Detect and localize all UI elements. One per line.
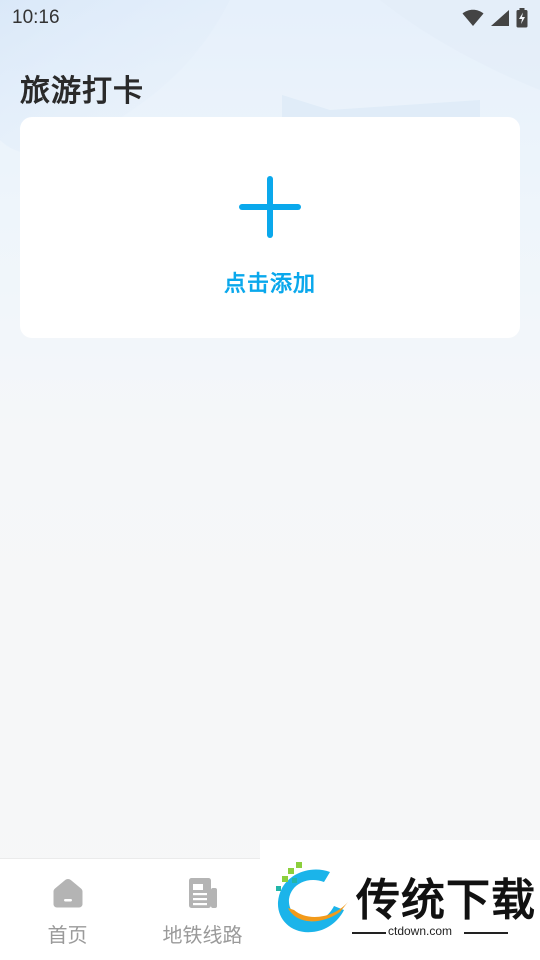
watermark-logo	[276, 862, 348, 933]
tab-home-label: 首页	[47, 923, 88, 947]
tab-metro-lines[interactable]: 地铁线路	[135, 859, 270, 960]
watermark-rule-left	[352, 932, 386, 934]
battery-charging-icon	[516, 8, 528, 28]
status-bar: 10:16	[0, 0, 540, 36]
watermark-url: ctdown.com	[388, 924, 453, 938]
page-title: 旅游打卡	[20, 74, 144, 109]
home-icon	[53, 879, 82, 908]
tab-metro-lines-label: 地铁线路	[162, 923, 243, 947]
document-list-icon	[188, 878, 217, 908]
wifi-icon	[462, 9, 484, 26]
watermark: 传统下载 ctdown.com	[260, 840, 540, 960]
plus-icon	[239, 176, 301, 238]
status-icons	[462, 8, 528, 28]
tab-home[interactable]: 首页	[0, 859, 135, 960]
watermark-brand: 传统下载	[356, 875, 536, 926]
add-card-button[interactable]: 点击添加	[20, 117, 520, 338]
watermark-rule-right	[464, 932, 508, 934]
status-time: 10:16	[12, 7, 60, 28]
add-label: 点击添加	[223, 272, 316, 297]
cellular-signal-icon	[491, 10, 509, 26]
